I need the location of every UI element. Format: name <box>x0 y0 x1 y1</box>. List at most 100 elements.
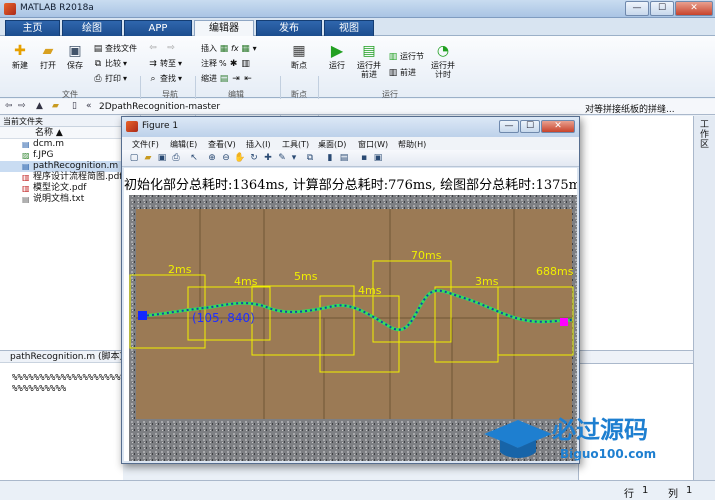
menu-insert[interactable]: 插入(I) <box>246 139 271 150</box>
file-list-item[interactable]: ▥ 模型论文.pdf <box>0 183 122 194</box>
forward-nav-button[interactable]: ⇨ <box>166 43 176 53</box>
print-button[interactable]: ⎙ 打印 ▾ <box>93 73 127 84</box>
zoom-in-icon[interactable]: ⊕ <box>206 152 218 164</box>
insert-legend-icon[interactable]: ▤ <box>338 152 350 164</box>
figure-logo-icon <box>126 121 138 132</box>
chevron-down-icon: ▾ <box>252 44 257 53</box>
insert-more-icon: ▦ <box>241 43 250 54</box>
tab-plots[interactable]: 绘图 <box>62 20 122 36</box>
segment-time-label: 2ms <box>168 263 192 276</box>
open-file-icon[interactable]: ▰ <box>142 152 154 164</box>
run-advance-label: 运行并 前进 <box>357 61 381 79</box>
menu-edit[interactable]: 编辑(E) <box>170 139 197 150</box>
save-button[interactable]: ▣ 保存 <box>60 42 90 70</box>
tab-view[interactable]: 视图 <box>324 20 374 36</box>
back-nav-button[interactable]: ⇦ <box>148 43 158 53</box>
find-files-button[interactable]: ▤ 查找文件 <box>93 43 137 54</box>
file-list-item[interactable]: ▨ f.JPG <box>0 150 122 161</box>
run-button[interactable]: ▶ 运行 <box>322 41 352 71</box>
name-column-header[interactable]: 名称 ▲ <box>0 127 122 139</box>
open-label: 打开 <box>40 61 56 70</box>
edit-plot-arrow-icon[interactable]: ↖ <box>188 152 200 164</box>
row-label: 行 <box>624 489 634 500</box>
goto-button[interactable]: ⇉ 转至 ▾ <box>148 58 182 69</box>
hide-plot-tools-icon[interactable]: ▪ <box>358 152 370 164</box>
save-disk-icon: ▣ <box>68 43 82 59</box>
col-value: 1 <box>686 485 693 496</box>
start-marker <box>138 311 147 320</box>
close-button[interactable]: ✕ <box>675 1 713 16</box>
workspace-side-tab[interactable]: 工作区 <box>693 116 715 480</box>
segment-time-label: 3ms <box>475 275 499 288</box>
forward-arrow-icon[interactable]: ⇨ <box>18 101 26 111</box>
run-play-icon: ▶ <box>330 41 344 60</box>
end-marker <box>560 318 568 326</box>
menu-help[interactable]: 帮助(H) <box>398 139 426 150</box>
pdf-file-icon: ▥ <box>22 184 30 193</box>
data-cursor-icon[interactable]: ✚ <box>262 152 274 164</box>
segment-time-label: 70ms <box>411 249 442 262</box>
minimize-button[interactable]: — <box>625 1 649 16</box>
menu-window[interactable]: 窗口(W) <box>358 139 388 150</box>
insert-colorbar-icon[interactable]: ▮ <box>324 152 336 164</box>
menu-tools[interactable]: 工具(T) <box>282 139 309 150</box>
uncomment-icon: ▥ <box>241 58 250 69</box>
run-time-label: 运行并 计时 <box>431 61 455 79</box>
comment-button[interactable]: 注释% ✱ ▥ <box>201 58 251 69</box>
figure-maximize-button[interactable]: ☐ <box>520 120 540 133</box>
up-folder-icon[interactable]: ▲ <box>36 101 43 111</box>
run-and-advance-button[interactable]: ▤ 运行并 前进 <box>354 42 384 79</box>
folder-icon: ▰ <box>42 43 54 59</box>
run-section-button[interactable]: ▥ 运行节 <box>388 51 424 62</box>
file-list-item[interactable]: ▤ dcm.m <box>0 139 122 150</box>
open-button[interactable]: ▰ 打开 <box>33 42 63 70</box>
m-file-icon: ▤ <box>22 162 30 171</box>
file-name: dcm.m <box>33 139 65 149</box>
link-plot-icon[interactable]: ⧉ <box>304 152 316 164</box>
tab-editor[interactable]: 编辑器 <box>194 20 254 36</box>
title-bar: MATLAB R2018a — ☐ ✕ <box>0 0 715 18</box>
insert-button[interactable]: 插入 ▦ fx ▦ ▾ <box>201 43 257 54</box>
maximize-button[interactable]: ☐ <box>650 1 674 16</box>
tab-apps[interactable]: APP <box>124 20 192 36</box>
address-tail-text: 对等拼接纸板的拼缝... <box>585 105 675 115</box>
indent-button[interactable]: 缩进 ▤ ⇥ ⇤ <box>201 73 253 84</box>
run-and-time-button[interactable]: ◔ 运行并 计时 <box>428 42 458 79</box>
command-window[interactable]: %%%%%%%%%%%%%%%%%%%%%%%%%%%%%% %%%%%%%%%… <box>0 362 175 480</box>
current-folder-path[interactable]: 2DpathRecognition-master <box>99 102 220 112</box>
rotate-3d-icon[interactable]: ↻ <box>248 152 260 164</box>
figure-minimize-button[interactable]: — <box>499 120 519 133</box>
file-list-item[interactable]: ▤ pathRecognition.m <box>0 161 122 172</box>
drive-icon[interactable]: ▯ <box>72 101 77 111</box>
save-figure-icon[interactable]: ▣ <box>156 152 168 164</box>
tab-publish[interactable]: 发布 <box>256 20 322 36</box>
browse-folder-icon[interactable]: ▰ <box>52 101 59 111</box>
chevron-down-icon: ▾ <box>123 74 128 83</box>
pan-hand-icon[interactable]: ✋ <box>234 152 246 164</box>
back-arrow-icon[interactable]: ⇦ <box>5 101 13 111</box>
print-figure-icon[interactable]: ⎙ <box>170 152 182 164</box>
new-figure-icon[interactable]: ▢ <box>128 152 140 164</box>
chevron-down-icon[interactable]: ▾ <box>288 152 300 164</box>
compare-button[interactable]: ⧉ 比较 ▾ <box>93 58 127 69</box>
col-label: 列 <box>668 489 678 500</box>
zoom-out-icon[interactable]: ⊖ <box>220 152 232 164</box>
app-title: MATLAB R2018a <box>20 3 94 13</box>
tab-home[interactable]: 主页 <box>5 20 60 36</box>
chevron-down-icon: ▾ <box>123 59 128 68</box>
find-button[interactable]: ⌕ 查找 ▾ <box>148 73 182 84</box>
new-button[interactable]: ✚ 新建 <box>5 42 35 70</box>
menu-desktop[interactable]: 桌面(D) <box>318 139 346 150</box>
ribbon-tab-bar: 主页 绘图 APP 编辑器 发布 视图 ▣ ✂ ❐ ▤ ↶ ↷ ⇄ ▭ ? ▾ … <box>0 18 715 53</box>
show-plot-tools-icon[interactable]: ▣ <box>372 152 384 164</box>
breakpoints-button[interactable]: ▦ 断点 <box>284 42 314 70</box>
menu-view[interactable]: 查看(V) <box>208 139 236 150</box>
brush-icon[interactable]: ✎ <box>276 152 288 164</box>
menu-file[interactable]: 文件(F) <box>132 139 159 150</box>
file-name: 模型论文.pdf <box>33 183 87 193</box>
file-list-item[interactable]: ▤ 说明文档.txt <box>0 194 122 205</box>
file-name: f.JPG <box>33 150 54 160</box>
figure-close-button[interactable]: ✕ <box>541 120 575 133</box>
file-list-item[interactable]: ▥ 程序设计流程简图.pdf <box>0 172 122 183</box>
advance-button[interactable]: ▥ 前进 <box>388 67 416 78</box>
